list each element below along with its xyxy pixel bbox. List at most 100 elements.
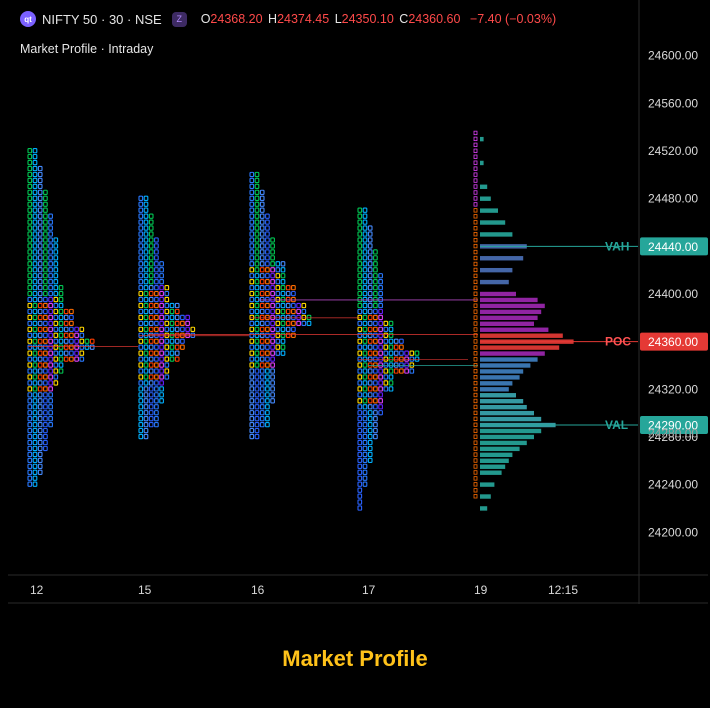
- symbol-logo-icon[interactable]: qt: [20, 11, 36, 27]
- tpo-block: [48, 273, 53, 279]
- tpo-block: [48, 338, 53, 344]
- tpo-block: [367, 457, 373, 464]
- tpo-block: [154, 296, 159, 303]
- x-tick-label: 19: [474, 583, 488, 597]
- market-profile-chart[interactable]: 24600.00 24560.00 24520.00 24480.00 24440.00…: [8, 0, 708, 604]
- tpo-block: [254, 189, 260, 195]
- tpo-block: [43, 427, 48, 434]
- tpo-session-15[interactable]: [138, 195, 196, 440]
- tpo-block: [378, 338, 383, 344]
- tpo-block: [373, 320, 378, 327]
- tpo-block: [79, 344, 85, 350]
- tpo-block: [138, 320, 144, 327]
- tpo-block: [378, 350, 383, 356]
- poc-price-text: 24360.00: [648, 335, 698, 349]
- tpo-block: [180, 314, 185, 321]
- tpo-block: [154, 421, 159, 428]
- tpo-block: [63, 320, 69, 327]
- tpo-block: [367, 439, 373, 446]
- tpo-block: [27, 332, 33, 338]
- tpo-block: [280, 267, 286, 273]
- tpo-block: [143, 398, 149, 404]
- tpo-block: [37, 284, 43, 291]
- tpo-block: [138, 302, 144, 309]
- tpo-block: [362, 350, 368, 356]
- tpo-block: [265, 249, 270, 255]
- tpo-block: [367, 231, 373, 237]
- tpo-block: [367, 410, 373, 416]
- tpo-block: [265, 231, 270, 237]
- tpo-block: [164, 296, 170, 303]
- tpo-block: [63, 326, 69, 332]
- tpo-block: [48, 267, 53, 273]
- tpo-block: [148, 416, 154, 422]
- tpo-block: [27, 439, 33, 446]
- tpo-block: [259, 320, 265, 327]
- indicator-z-icon[interactable]: Z: [171, 11, 187, 27]
- tpo-block: [270, 392, 275, 398]
- tpo-session-16[interactable]: [249, 171, 312, 440]
- symbol-label[interactable]: NIFTY 50 · 30 · NSE: [42, 12, 162, 27]
- tpo-block: [37, 362, 43, 368]
- tpo-block: [27, 481, 33, 487]
- tpo-block: [280, 350, 286, 356]
- tpo-block: [32, 344, 38, 350]
- tpo-block: [473, 243, 478, 249]
- tpo-block: [32, 368, 38, 374]
- tpo-block: [270, 243, 275, 249]
- tpo-block: [37, 368, 43, 374]
- tpo-block: [270, 350, 275, 356]
- tpo-block: [27, 475, 33, 481]
- tpo-block: [43, 261, 48, 267]
- tpo-block: [378, 344, 383, 350]
- tpo-block: [362, 404, 368, 410]
- tpo-block: [265, 243, 270, 249]
- tpo-block: [37, 177, 43, 184]
- tpo-block: [373, 326, 378, 332]
- tpo-block: [373, 261, 378, 267]
- tpo-block: [249, 177, 255, 184]
- chart-area[interactable]: 24600.00 24560.00 24520.00 24480.00 24440.00…: [8, 0, 708, 604]
- tpo-block: [296, 302, 301, 309]
- tpo-block: [357, 332, 363, 338]
- tpo-block: [27, 320, 33, 327]
- tpo-block: [58, 302, 64, 309]
- tpo-block: [53, 350, 59, 356]
- tpo-block: [69, 344, 74, 350]
- tpo-block: [27, 374, 33, 380]
- tpo-block: [265, 213, 270, 219]
- tpo-block: [32, 314, 38, 321]
- tpo-block: [259, 410, 265, 416]
- volume-bar: [480, 321, 534, 326]
- tpo-block: [357, 231, 363, 237]
- tpo-block: [58, 326, 64, 332]
- tpo-block: [404, 368, 409, 374]
- tpo-block: [138, 410, 144, 416]
- tpo-block: [32, 404, 38, 410]
- tpo-block: [154, 237, 159, 243]
- tpo-block: [254, 302, 260, 309]
- tpo-block: [259, 237, 265, 243]
- tpo-session-12[interactable]: [27, 147, 95, 487]
- tpo-block: [367, 314, 373, 321]
- tpo-block: [37, 392, 43, 398]
- tpo-block: [373, 314, 378, 321]
- tpo-block: [367, 404, 373, 410]
- tpo-block: [43, 231, 48, 237]
- tpo-block: [296, 320, 301, 327]
- indicator-title[interactable]: Market Profile · Intraday: [20, 42, 153, 56]
- tpo-block: [143, 392, 149, 398]
- tpo-block: [285, 302, 291, 309]
- tpo-block: [169, 338, 175, 344]
- tpo-block: [249, 392, 255, 398]
- tpo-block: [473, 208, 478, 213]
- tpo-block: [27, 416, 33, 422]
- tpo-block: [373, 338, 378, 344]
- tpo-block: [259, 404, 265, 410]
- tpo-block: [393, 344, 399, 350]
- tpo-block: [37, 386, 43, 392]
- tpo-block: [32, 445, 38, 452]
- tpo-block: [265, 273, 270, 279]
- tpo-block: [362, 326, 368, 332]
- tpo-block: [473, 196, 478, 201]
